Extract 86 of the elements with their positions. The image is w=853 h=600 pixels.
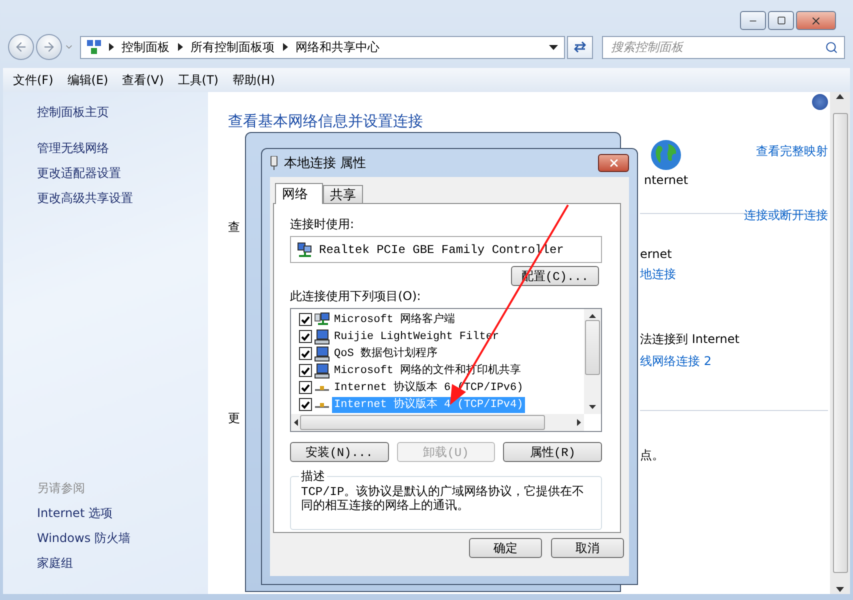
section-text: 点。 [640, 447, 664, 464]
minimize-button[interactable] [740, 11, 766, 30]
maximize-icon [776, 16, 786, 25]
breadcrumb-arrow-icon [282, 43, 288, 51]
dialog-close-button[interactable] [598, 154, 629, 172]
address-bar[interactable]: 控制面板 所有控制面板项 网络和共享中心 [80, 36, 566, 58]
checkbox[interactable] [299, 364, 312, 377]
computer-icon [314, 362, 330, 378]
description-title: 描述 [300, 468, 326, 485]
refresh-icon [573, 41, 588, 53]
tab[interactable]: 共享 [323, 185, 363, 203]
breadcrumb-arrow-icon [178, 43, 183, 51]
menu-item[interactable]: 查看(V) [122, 72, 164, 88]
action-button[interactable]: 安装(N)... [290, 442, 389, 462]
sidebar-link[interactable]: 管理无线网络 [37, 140, 109, 156]
back-button[interactable] [8, 34, 34, 60]
sidebar-link[interactable]: 更改高级共享设置 [37, 190, 133, 206]
checkbox[interactable] [299, 313, 312, 326]
scroll-thumb[interactable] [585, 320, 600, 375]
list-item[interactable]: QoS 数据包计划程序 [332, 346, 440, 362]
dialog-button[interactable]: 取消 [551, 538, 624, 558]
protocol-icon [315, 384, 329, 390]
description-text: TCP/IP。该协议是默认的广域网络协议，它提供在不同的相互连接的网络上的通讯。 [301, 485, 586, 513]
vertical-scrollbar[interactable] [584, 309, 601, 414]
control-panel-icon [86, 40, 101, 54]
scroll-down-icon[interactable] [589, 405, 596, 409]
scroll-right-icon[interactable] [577, 419, 581, 426]
dialog-button[interactable]: 确定 [469, 538, 542, 558]
internet-label: nternet [644, 173, 688, 187]
list-item[interactable]: Microsoft 网络客户端 [332, 312, 458, 328]
section-text: 更 [228, 410, 240, 427]
scroll-down-icon[interactable] [836, 587, 844, 592]
network-text: 法连接到 Internet [640, 331, 740, 348]
tab[interactable]: 网络 [275, 183, 323, 204]
menu-item[interactable]: 帮助(H) [232, 72, 275, 88]
sidebar-link[interactable]: 家庭组 [37, 555, 73, 571]
section-text: 查 [228, 219, 240, 236]
close-button[interactable] [796, 11, 836, 30]
refresh-button[interactable] [567, 36, 594, 58]
computer-icon [314, 346, 330, 362]
connection-link[interactable]: 地连接 [640, 266, 676, 283]
scroll-left-icon[interactable] [294, 419, 298, 426]
connection-link[interactable]: 线网络连接 2 [640, 353, 712, 370]
globe-icon [650, 139, 682, 171]
breadcrumb[interactable]: 控制面板 [122, 38, 170, 56]
menu-item[interactable]: 工具(T) [178, 72, 218, 88]
network-client-icon [314, 312, 330, 328]
search-icon[interactable] [825, 40, 838, 54]
checkbox[interactable] [299, 381, 312, 394]
scroll-up-icon[interactable] [589, 314, 596, 318]
checkbox[interactable] [299, 347, 312, 360]
checkbox[interactable] [299, 398, 312, 411]
full-map-link[interactable]: 查看完整映射 [756, 143, 828, 160]
close-icon [608, 157, 620, 169]
scroll-thumb[interactable] [832, 113, 848, 573]
see-also-heading: 另请参阅 [37, 480, 85, 496]
page-heading: 查看基本网络信息并设置连接 [228, 112, 423, 131]
horizontal-scrollbar[interactable] [291, 414, 584, 431]
search-field[interactable]: 搜索控制面板 [602, 36, 846, 58]
connect-link[interactable]: 连接或断开连接 [744, 207, 828, 224]
network-adapter-icon [297, 242, 313, 258]
sidebar-link[interactable]: 更改适配器设置 [37, 165, 121, 181]
network-text: ernet [640, 247, 672, 261]
network-adapter-icon [270, 156, 278, 170]
dropdown-arrow-icon[interactable] [549, 44, 558, 50]
scroll-thumb[interactable] [300, 415, 545, 430]
menu-item[interactable]: 文件(F) [13, 72, 54, 88]
breadcrumb[interactable]: 所有控制面板项 [190, 38, 275, 56]
items-label: 此连接使用下列项目(O): [290, 288, 421, 305]
computer-icon [314, 328, 330, 344]
sidebar-link[interactable]: 控制面板主页 [37, 104, 109, 120]
menu-item[interactable]: 编辑(E) [67, 72, 108, 88]
checkbox[interactable] [299, 330, 312, 343]
sidebar-link[interactable]: Internet 选项 [37, 505, 112, 521]
forward-button[interactable] [36, 34, 62, 60]
breadcrumb[interactable]: 网络和共享中心 [296, 38, 380, 56]
close-icon [810, 14, 822, 26]
protocol-icon [315, 402, 329, 408]
breadcrumb-arrow-icon [108, 43, 114, 51]
sidebar-link[interactable]: Windows 防火墙 [37, 530, 130, 546]
action-button[interactable]: 属性(R) [503, 442, 602, 462]
connect-using-label: 连接时使用: [290, 216, 354, 233]
scrollbar[interactable] [830, 92, 850, 594]
dialog-title: 本地连接 属性 [284, 155, 366, 172]
scroll-up-icon[interactable] [836, 94, 844, 99]
maximize-button[interactable] [768, 11, 794, 30]
